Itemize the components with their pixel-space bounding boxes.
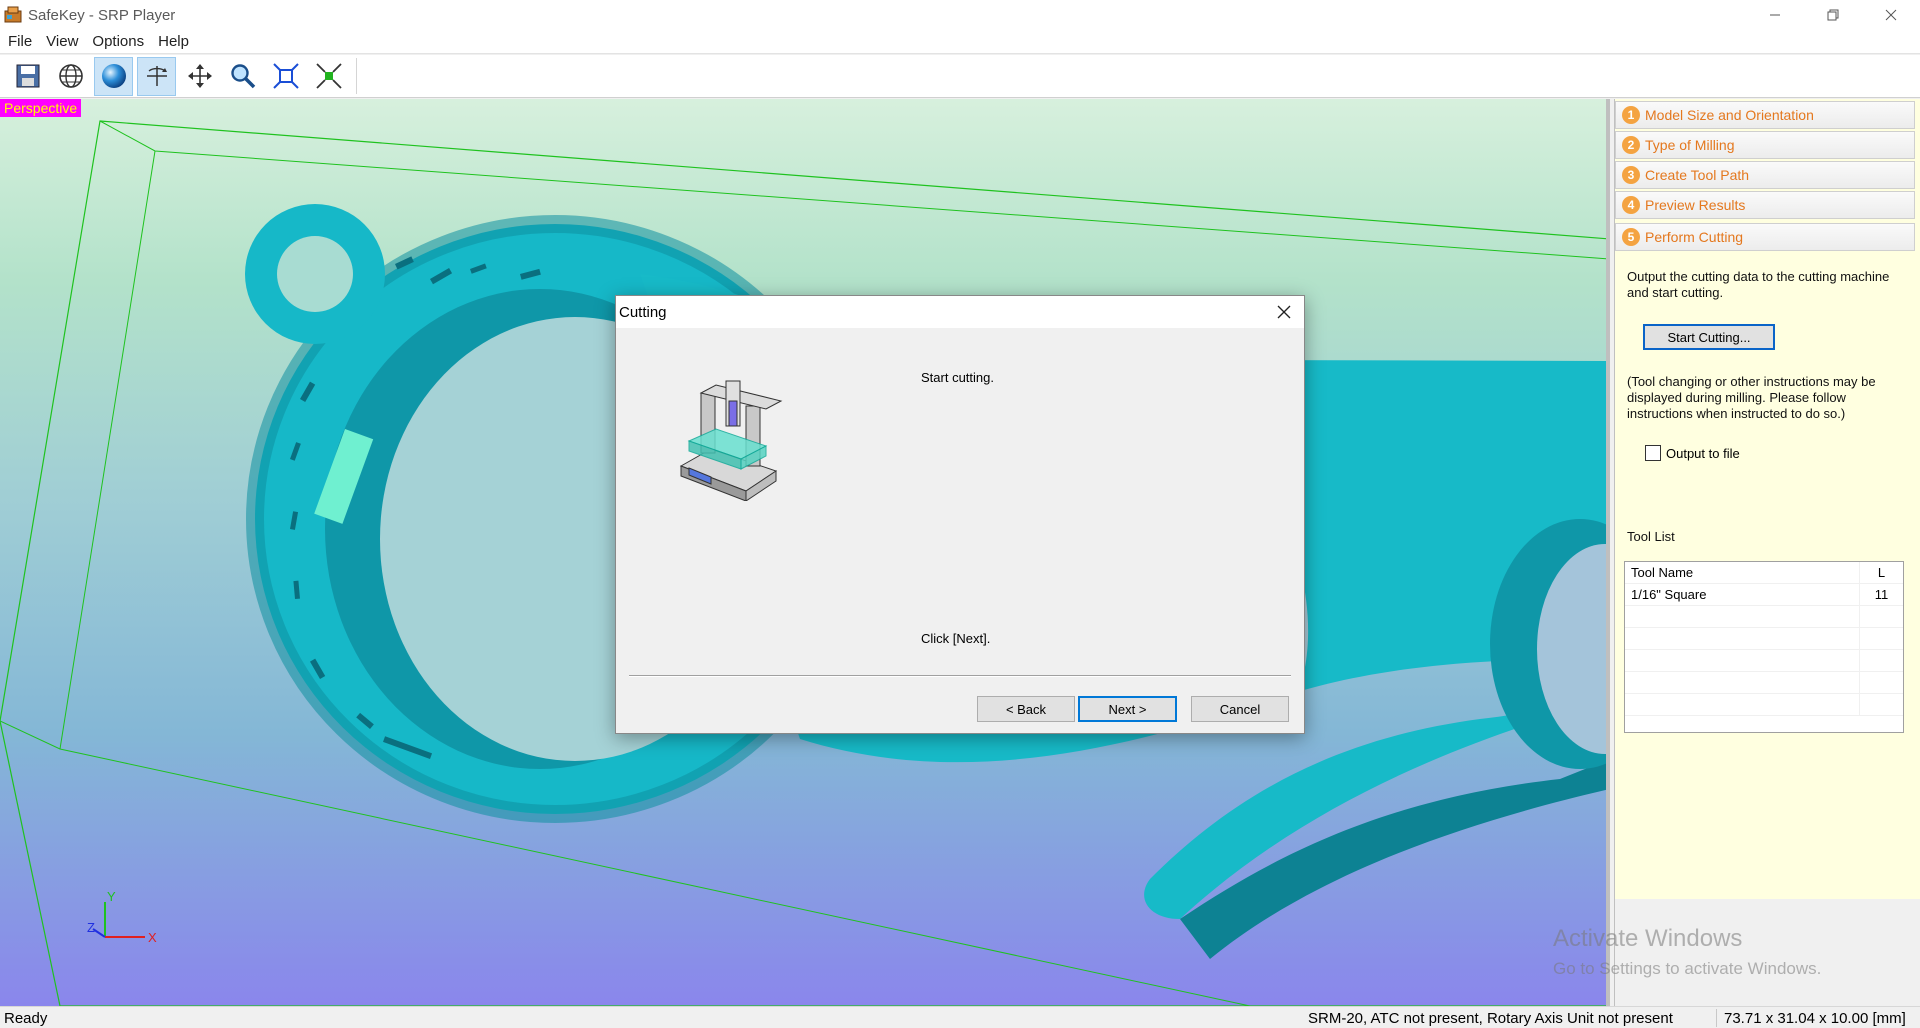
menu-view[interactable]: View <box>46 33 78 50</box>
table-row <box>1625 606 1903 628</box>
output-to-file-checkbox[interactable] <box>1645 445 1661 461</box>
step-number-badge: 5 <box>1622 228 1640 246</box>
window-title: SafeKey - SRP Player <box>28 6 176 24</box>
cancel-button[interactable]: Cancel <box>1191 696 1289 722</box>
activation-watermark: Activate Windows Go to Settings to activ… <box>1553 925 1821 979</box>
header-l[interactable]: L <box>1860 562 1903 583</box>
watermark-subtitle: Go to Settings to activate Windows. <box>1553 959 1822 978</box>
header-tool-name[interactable]: Tool Name <box>1625 562 1860 583</box>
table-row[interactable]: 1/16" Square 11 <box>1625 584 1903 606</box>
rotate-button[interactable] <box>137 56 176 96</box>
fit-view-button[interactable] <box>266 57 305 96</box>
app-icon <box>4 6 22 23</box>
cutting-dialog: Cutting Start cutting. Click [Next]. < B… <box>615 295 1305 734</box>
milling-machine-icon <box>679 380 783 501</box>
tool-list-label: Tool List <box>1627 529 1675 544</box>
output-to-file-option[interactable]: Output to file <box>1645 445 1740 461</box>
fit-view-icon <box>272 63 299 89</box>
start-cutting-button[interactable]: Start Cutting... <box>1643 324 1775 350</box>
axis-z-label: Z <box>87 920 95 935</box>
step-label: Type of Milling <box>1645 137 1735 153</box>
menu-file[interactable]: File <box>8 33 32 50</box>
table-row <box>1625 672 1903 694</box>
next-button[interactable]: Next > <box>1078 696 1177 722</box>
minimize-icon <box>1770 14 1780 16</box>
restore-icon <box>1827 9 1839 21</box>
back-button[interactable]: < Back <box>977 696 1075 722</box>
step-label: Preview Results <box>1645 197 1746 213</box>
wireframe-globe-icon <box>58 64 83 88</box>
tool-list-table[interactable]: Tool Name L 1/16" Square 11 <box>1624 561 1904 733</box>
view-mode-label: Perspective <box>0 99 82 117</box>
axis-x-label: X <box>148 930 157 945</box>
cutting-note: (Tool changing or other instructions may… <box>1627 374 1876 421</box>
zoom-icon <box>230 64 255 89</box>
step-label: Perform Cutting <box>1645 229 1744 245</box>
dialog-message-start: Start cutting. <box>921 370 994 385</box>
status-model-size: 73.71 x 31.04 x 10.00 [mm] <box>1724 1010 1906 1027</box>
table-row <box>1625 694 1903 716</box>
table-header-row: Tool Name L <box>1625 562 1903 584</box>
step-number-badge: 4 <box>1622 196 1640 214</box>
tool-name-cell: 1/16" Square <box>1625 584 1860 605</box>
step-perform-cutting[interactable]: 5 Perform Cutting <box>1615 223 1915 251</box>
close-button[interactable] <box>1862 0 1920 30</box>
toolbar-separator <box>356 58 357 94</box>
dialog-message-next: Click [Next]. <box>921 631 991 646</box>
close-icon <box>1885 9 1897 21</box>
solid-sphere-icon <box>101 64 126 88</box>
workflow-panel: 1 Model Size and Orientation 2 Type of M… <box>1614 99 1920 1006</box>
table-row <box>1625 628 1903 650</box>
close-icon <box>1277 305 1291 319</box>
origin-button[interactable] <box>309 57 348 96</box>
axis-indicator-icon: Y Z X <box>87 889 157 945</box>
pan-button[interactable] <box>180 57 219 96</box>
menu-help[interactable]: Help <box>158 33 189 50</box>
menu-options[interactable]: Options <box>92 33 144 50</box>
step-model-size[interactable]: 1 Model Size and Orientation <box>1615 101 1915 129</box>
save-button[interactable] <box>8 57 47 96</box>
step-preview-results[interactable]: 4 Preview Results <box>1615 191 1915 219</box>
step-number-badge: 1 <box>1622 106 1640 124</box>
save-icon <box>16 64 39 88</box>
axis-y-label: Y <box>107 889 116 904</box>
origin-icon <box>315 63 342 89</box>
step-label: Create Tool Path <box>1645 167 1750 183</box>
wireframe-button[interactable] <box>51 57 90 96</box>
pan-icon <box>187 64 212 88</box>
solid-view-button[interactable] <box>94 56 133 96</box>
status-bar: Ready SRM-20, ATC not present, Rotary Ax… <box>0 1006 1920 1028</box>
minimize-button[interactable] <box>1746 0 1804 30</box>
status-ready: Ready <box>4 1010 48 1027</box>
status-separator <box>1716 1009 1717 1027</box>
restore-button[interactable] <box>1804 0 1862 30</box>
dialog-close-button[interactable] <box>1270 298 1298 326</box>
output-to-file-label: Output to file <box>1666 445 1740 461</box>
watermark-title: Activate Windows <box>1553 925 1743 952</box>
dialog-title-bar: Cutting <box>616 296 1304 328</box>
dialog-title: Cutting <box>619 303 667 321</box>
rotate-icon <box>146 66 167 86</box>
menu-bar: File View Options Help <box>0 30 1920 54</box>
step-number-badge: 3 <box>1622 166 1640 184</box>
step-type-of-milling[interactable]: 2 Type of Milling <box>1615 131 1915 159</box>
step-label: Model Size and Orientation <box>1645 107 1814 123</box>
status-machine-info: SRM-20, ATC not present, Rotary Axis Uni… <box>1308 1010 1673 1027</box>
step-number-badge: 2 <box>1622 136 1640 154</box>
tool-l-cell: 11 <box>1874 587 1889 602</box>
step-create-tool-path[interactable]: 3 Create Tool Path <box>1615 161 1915 189</box>
cutting-description: Output the cutting data to the cutting m… <box>1627 269 1890 300</box>
title-bar: SafeKey - SRP Player <box>0 0 1920 30</box>
toolbar <box>0 55 1920 98</box>
table-row <box>1625 650 1903 672</box>
zoom-button[interactable] <box>223 57 262 96</box>
dialog-divider <box>629 675 1291 677</box>
